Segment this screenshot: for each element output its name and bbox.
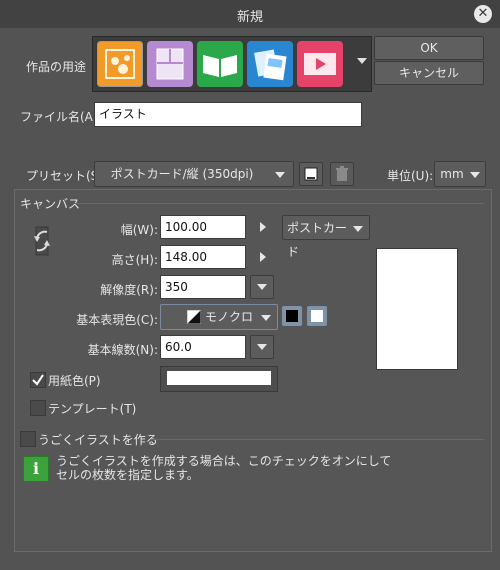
- checkmark-icon: [32, 374, 44, 386]
- lines-dropdown-button[interactable]: [250, 335, 274, 359]
- paper-color-swatch-frame[interactable]: [160, 366, 278, 392]
- lines-input[interactable]: 60.0: [160, 335, 246, 359]
- animation-icon[interactable]: [297, 41, 343, 87]
- black-color-button[interactable]: [282, 306, 302, 326]
- trash-icon: [336, 166, 348, 181]
- swap-orientation-icon[interactable]: [30, 224, 54, 258]
- width-label: 幅(W):: [120, 223, 158, 237]
- webtoon-icon[interactable]: [247, 41, 293, 87]
- unit-value: mm: [440, 167, 464, 181]
- ok-button[interactable]: OK: [374, 36, 484, 60]
- height-label: 高さ(H):: [111, 253, 158, 267]
- color-mode-label: 基本表現色(C):: [76, 313, 158, 327]
- paper-color-label: 用紙色(P): [48, 374, 101, 388]
- black-swatch: [286, 310, 298, 322]
- template-checkbox[interactable]: [30, 400, 46, 416]
- chevron-down-icon: [353, 226, 363, 232]
- template-label: テンプレート(T): [48, 402, 137, 416]
- size-preset-value: ポストカード: [287, 221, 348, 259]
- cancel-button[interactable]: キャンセル: [374, 61, 484, 85]
- dialog-title: 新規: [236, 10, 263, 25]
- filename-input[interactable]: イラスト: [94, 102, 362, 127]
- paper-color-checkbox[interactable]: [30, 372, 46, 388]
- comic-icon[interactable]: [147, 41, 193, 87]
- height-input[interactable]: 148.00: [160, 245, 246, 269]
- illustration-icon[interactable]: [97, 41, 143, 87]
- width-arrow-icon[interactable]: [260, 222, 266, 232]
- unit-label: 単位(U):: [387, 169, 434, 183]
- color-mode-value: モノクロ: [205, 310, 254, 324]
- chevron-down-icon: [275, 172, 285, 178]
- white-swatch: [311, 310, 323, 322]
- chevron-down-icon: [257, 284, 267, 290]
- chevron-down-icon: [261, 315, 271, 321]
- purpose-label: 作品の用途: [26, 60, 87, 74]
- unit-dropdown[interactable]: mm: [434, 161, 486, 187]
- section-divider: [74, 203, 484, 204]
- animation-checkbox[interactable]: [20, 431, 36, 447]
- preset-dropdown[interactable]: ポストカード/縦 (350dpi): [94, 161, 294, 187]
- close-icon[interactable]: ✕: [474, 5, 492, 23]
- save-preset-button[interactable]: [299, 162, 323, 186]
- resolution-label: 解像度(R):: [100, 283, 158, 297]
- animation-info-line2: セルの枚数を指定します。: [56, 468, 199, 482]
- info-icon: i: [23, 456, 49, 482]
- height-arrow-icon[interactable]: [260, 252, 266, 262]
- canvas-preview: [376, 248, 458, 370]
- preset-value: ポストカード/縦 (350dpi): [110, 167, 254, 181]
- filename-label: ファイル名(A):: [20, 110, 102, 124]
- purpose-selector: [92, 36, 372, 92]
- resolution-input[interactable]: 350: [160, 275, 246, 299]
- book-icon[interactable]: [197, 41, 243, 87]
- size-preset-dropdown[interactable]: ポストカード: [282, 215, 370, 259]
- color-mode-dropdown[interactable]: モノクロ: [160, 304, 278, 330]
- animation-label: うごくイラストを作る: [38, 433, 158, 447]
- section-divider: [150, 439, 484, 440]
- width-input[interactable]: 100.00: [160, 215, 246, 239]
- purpose-more-icon[interactable]: [357, 58, 367, 64]
- paper-color-swatch: [167, 371, 271, 385]
- chevron-down-icon: [470, 172, 480, 178]
- chevron-down-icon: [257, 344, 267, 350]
- canvas-section-label: キャンバス: [20, 197, 81, 211]
- monochrome-icon: [187, 310, 201, 324]
- new-document-dialog: 新規 ✕ 作品の用途 OK キャンセル ファイル名(A): イラスト プリセット…: [0, 0, 500, 570]
- lines-label: 基本線数(N):: [87, 343, 158, 357]
- white-color-button[interactable]: [307, 306, 327, 326]
- resolution-dropdown-button[interactable]: [250, 275, 274, 299]
- title-bar: 新規 ✕: [0, 0, 500, 28]
- delete-preset-button[interactable]: [330, 162, 354, 186]
- register-preset-icon: [304, 167, 318, 181]
